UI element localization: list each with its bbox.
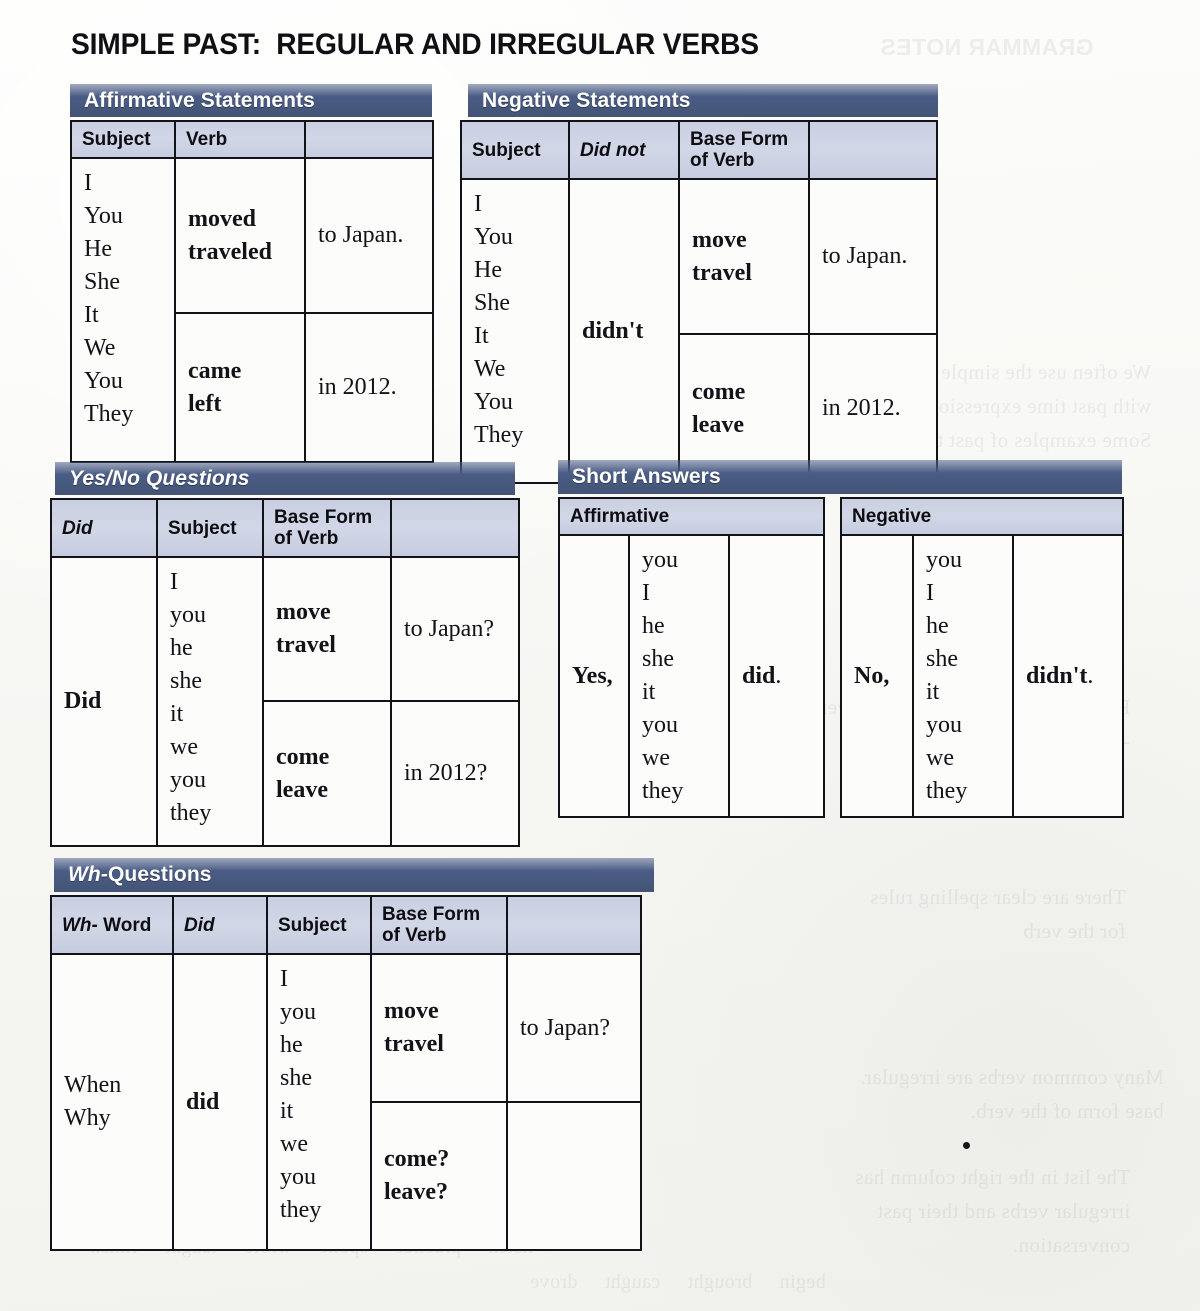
cell-wh-word-list: When Why (50, 953, 174, 1251)
bleed-through-text: Many common verbs are irregular. base fo… (860, 1065, 1164, 1123)
cell-did-not: didn't (568, 178, 680, 484)
column-header-base-form: Base Form of Verb (370, 895, 508, 955)
table-row: I You He She It We You They moved travel… (70, 157, 434, 463)
cell-subject-list: you I he she it you we they (628, 534, 730, 818)
banner-label-italic: Wh- (68, 863, 108, 886)
table-row: Yes, you I he she it you we they did. (558, 534, 826, 818)
column-header-subject: Subject (460, 120, 570, 180)
bleed-through-heading: GRAMMAR NOTES (880, 34, 1094, 60)
column-header-verb: Verb (174, 120, 306, 159)
table-row: When Why did I you he she it we you they… (50, 953, 642, 1251)
cell-auxiliary-did: did. (727, 534, 826, 818)
column-header-did-not: Did not (568, 120, 680, 180)
scan-speck (963, 1142, 970, 1149)
banner-label: Short Answers (572, 465, 721, 488)
table-header-row: Negative (840, 497, 1124, 536)
cell-verb-base-2: come leave (262, 700, 392, 847)
table-wh-questions: Wh- Word Did Subject Base Form of Verb W… (50, 895, 642, 1251)
cell-verb-base-1: move travel (678, 178, 810, 335)
auxiliary-word: did (742, 662, 776, 689)
banner-yes-no-questions: Yes/No Questions (55, 462, 515, 495)
banner-wh-questions: Wh- Questions (54, 858, 654, 892)
cell-complement-empty (506, 1101, 642, 1251)
column-header-blank (808, 120, 938, 180)
cell-did: did (172, 953, 268, 1251)
cell-subject-list: I You He She It We You They (70, 157, 176, 463)
cell-no-lead: No, (840, 534, 914, 818)
table-yes-no-questions: Did Subject Base Form of Verb Did I you … (50, 498, 520, 847)
banner-affirmative-statements: Affirmative Statements (70, 84, 432, 117)
banner-negative-statements: Negative Statements (468, 84, 938, 117)
cell-complement-time: in 2012? (390, 700, 520, 847)
cell-complement-place: to Japan. (304, 157, 434, 314)
column-header-subject: Subject (156, 498, 264, 558)
scanned-page: when I came to work hard he didn't study… (0, 0, 1200, 1311)
table-header-row: Subject Verb (70, 120, 434, 159)
column-header-did: Did (50, 498, 158, 558)
cell-verb-base-1: move travel (262, 556, 392, 702)
column-header-blank (506, 895, 642, 955)
cell-verb-irregular: came left (174, 312, 306, 463)
cell-complement-place: to Japan? (506, 953, 642, 1103)
cell-complement-place: to Japan. (808, 178, 938, 335)
column-header-wh-word: Wh- Word (50, 895, 174, 955)
table-header-row: Did Subject Base Form of Verb (50, 498, 520, 558)
cell-verb-regular: moved traveled (174, 157, 306, 314)
banner-label-rest: Questions (107, 863, 212, 886)
table-short-answers-negative: Negative No, you I he she it you we they… (840, 497, 1124, 818)
column-header-blank (390, 498, 520, 558)
table-negative-statements: Subject Did not Base Form of Verb I You … (460, 120, 938, 484)
table-header-row: Affirmative (557, 497, 826, 536)
table-row: Did I you he she it we you they move tra… (50, 556, 520, 847)
banner-label: Affirmative Statements (84, 88, 315, 112)
cell-yes-lead: Yes, (558, 534, 630, 818)
page-title: SIMPLE PAST: REGULAR AND IRREGULAR VERBS (71, 28, 759, 61)
bleed-through-text: There are clear spelling rules for the v… (870, 885, 1126, 943)
column-header-blank (304, 120, 434, 159)
cell-subject-list: you I he she it you we they (912, 534, 1014, 818)
cell-subject-list: I you he she it we you they (266, 953, 372, 1251)
column-header-subject: Subject (266, 895, 372, 955)
table-short-answers-affirmative: Affirmative Yes, you I he she it you we … (557, 497, 826, 818)
cell-auxiliary-didnt: didn't. (1012, 534, 1124, 818)
banner-label: Yes/No Questions (69, 466, 250, 490)
column-header-negative: Negative (840, 497, 1124, 536)
bleed-through-text: begin brought caught drove (530, 1271, 826, 1293)
column-header-subject: Subject (70, 120, 176, 159)
column-header-base-form: Base Form of Verb (262, 498, 392, 558)
table-row: I You He She It We You They didn't move … (460, 178, 938, 484)
auxiliary-word: didn't (1026, 662, 1088, 689)
cell-subject-list: I You He She It We You They (460, 178, 570, 484)
table-row: No, you I he she it you we they didn't. (840, 534, 1124, 818)
banner-label: Negative Statements (482, 88, 691, 112)
cell-complement-place: to Japan? (390, 556, 520, 702)
cell-verb-base-1: move travel (370, 953, 508, 1103)
cell-complement-time: in 2012. (304, 312, 434, 463)
column-header-did: Did (172, 895, 268, 955)
cell-did: Did (50, 556, 158, 847)
column-header-affirmative: Affirmative (557, 497, 826, 536)
auxiliary-period: . (1087, 662, 1094, 689)
cell-subject-list: I you he she it we you they (156, 556, 264, 847)
column-header-base-form: Base Form of Verb (678, 120, 810, 180)
table-affirmative-statements: Subject Verb I You He She It We You They… (70, 120, 434, 463)
banner-short-answers: Short Answers (558, 460, 1122, 494)
table-header-row: Wh- Word Did Subject Base Form of Verb (50, 895, 642, 955)
cell-verb-base-2: come? leave? (370, 1101, 508, 1251)
auxiliary-period: . (775, 662, 782, 689)
table-header-row: Subject Did not Base Form of Verb (460, 120, 938, 180)
bleed-through-text: The list in the right column has irregul… (855, 1165, 1131, 1257)
